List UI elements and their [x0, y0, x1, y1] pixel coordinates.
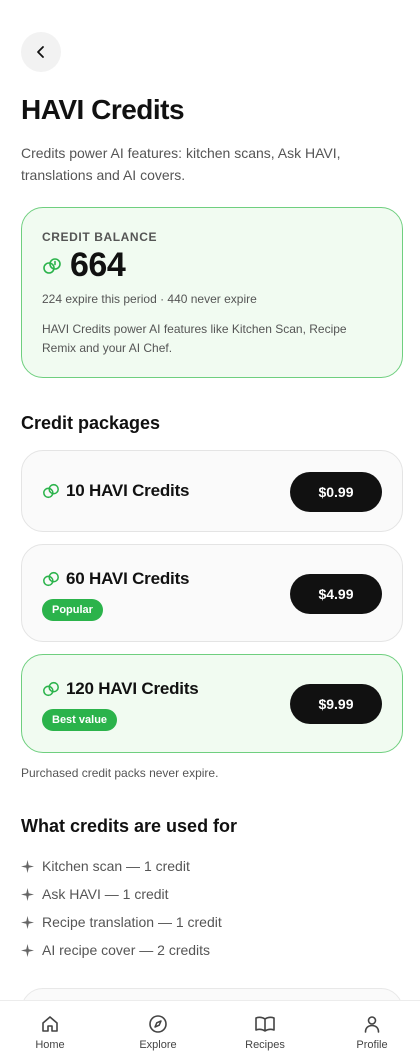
- credit-balance-card: CREDIT BALANCE 664 224 expire this perio…: [21, 207, 403, 378]
- packages-footnote: Purchased credit packs never expire.: [21, 766, 219, 780]
- page-subtitle: Credits power AI features: kitchen scans…: [21, 145, 341, 183]
- package-card-120[interactable]: 120 HAVI Credits Best value $9.99: [21, 654, 403, 753]
- page-title: HAVI Credits: [21, 94, 185, 125]
- buy-120-credits-button[interactable]: $9.99: [290, 684, 382, 724]
- tab-label: Explore: [139, 1039, 177, 1051]
- bottom-tab-bar: Home Explore Recipes Profile: [0, 1000, 420, 1060]
- package-name: 120 HAVI Credits: [66, 679, 199, 698]
- package-name: 60 HAVI Credits: [66, 569, 190, 588]
- sparkle-icon: [21, 943, 35, 957]
- packages-section-title: Credit packages: [21, 413, 161, 433]
- use-item-label: Kitchen scan — 1 credit: [42, 858, 190, 874]
- use-item-label: Ask HAVI — 1 credit: [42, 886, 169, 902]
- use-item-label: Recipe translation — 1 credit: [42, 914, 222, 930]
- home-icon: [40, 1013, 60, 1035]
- user-icon: [362, 1013, 382, 1035]
- back-button[interactable]: [21, 32, 61, 72]
- list-item: AI recipe cover — 2 credits: [21, 936, 222, 964]
- balance-description: HAVI Credits power AI features like Kitc…: [42, 322, 347, 355]
- list-item: Kitchen scan — 1 credit: [21, 852, 222, 880]
- sparkle-icon: [21, 859, 35, 873]
- use-item-label: AI recipe cover — 2 credits: [42, 942, 211, 958]
- book-icon: [254, 1013, 276, 1035]
- package-card-10[interactable]: 10 HAVI Credits $0.99: [21, 450, 403, 532]
- tab-label: Home: [35, 1039, 65, 1051]
- balance-label: CREDIT BALANCE: [42, 230, 158, 244]
- list-item: Ask HAVI — 1 credit: [21, 880, 222, 908]
- balance-row: 664: [42, 246, 126, 285]
- buy-10-credits-button[interactable]: $0.99: [290, 472, 382, 512]
- package-card-60[interactable]: 60 HAVI Credits Popular $4.99: [21, 544, 403, 642]
- tab-label: Recipes: [245, 1039, 285, 1051]
- chevron-left-icon: [37, 46, 44, 58]
- buy-60-credits-button[interactable]: $4.99: [290, 574, 382, 614]
- package-name: 10 HAVI Credits: [66, 481, 190, 500]
- popular-badge: Popular: [42, 599, 103, 621]
- best-value-badge: Best value: [42, 709, 118, 731]
- tab-profile[interactable]: Profile: [330, 1001, 414, 1060]
- tab-explore[interactable]: Explore: [116, 1001, 200, 1060]
- sparkle-icon: [21, 887, 35, 901]
- balance-value: 664: [70, 246, 126, 284]
- tab-label: Profile: [356, 1039, 388, 1051]
- uses-section-title: What credits are used for: [21, 816, 238, 836]
- tab-recipes[interactable]: Recipes: [223, 1001, 307, 1060]
- compass-icon: [148, 1013, 168, 1035]
- credits-icon: [43, 483, 59, 499]
- sparkle-icon: [21, 915, 35, 929]
- credits-icon: [43, 681, 59, 697]
- list-item: Recipe translation — 1 credit: [21, 908, 222, 936]
- uses-list: Kitchen scan — 1 credit Ask HAVI — 1 cre…: [21, 852, 222, 964]
- tab-home[interactable]: Home: [8, 1001, 92, 1060]
- credits-icon: [43, 571, 59, 587]
- balance-expire-text: 224 expire this period · 440 never expir…: [42, 292, 257, 306]
- credits-icon: [43, 257, 61, 274]
